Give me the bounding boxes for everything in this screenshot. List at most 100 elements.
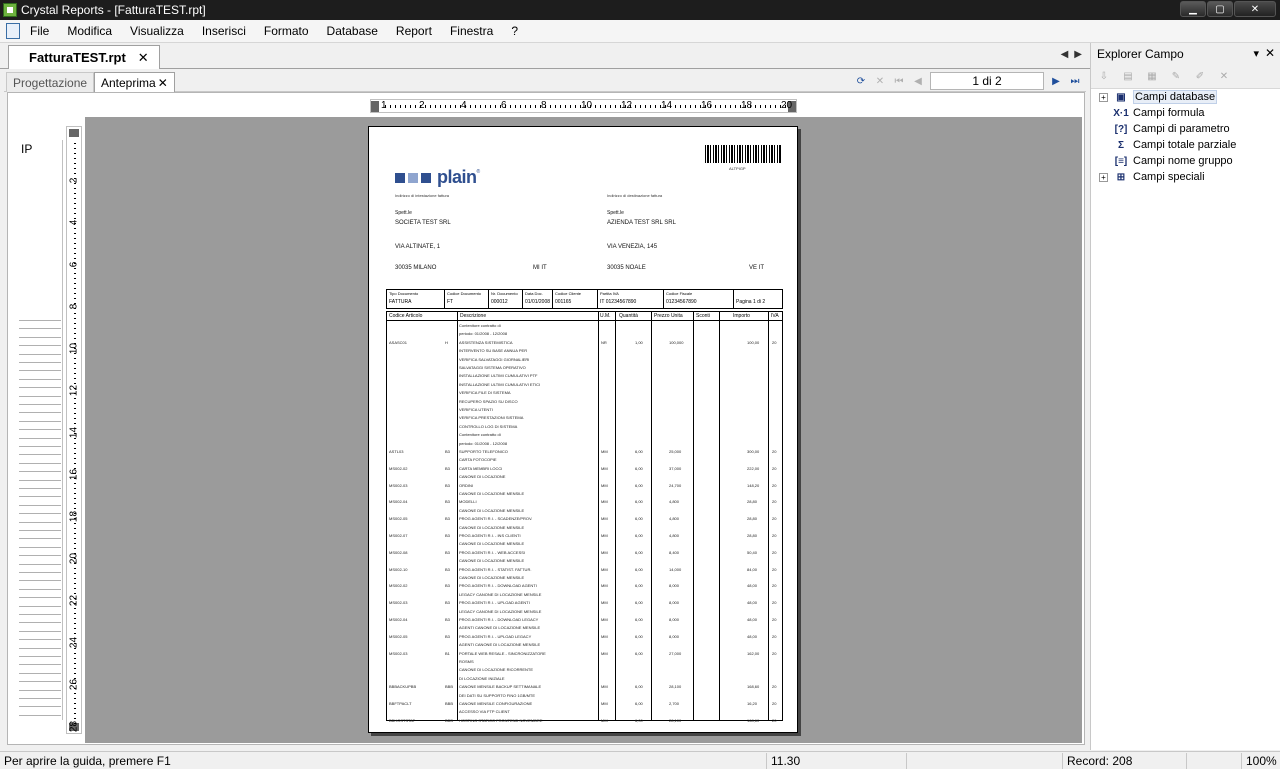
tree-item[interactable]: + ▣ Campi database (1099, 89, 1218, 105)
table-row: MS002-10 B3 PROG AGENTI R.I. - STATIST. FA… (387, 567, 782, 575)
ruler-tick (755, 105, 756, 108)
ruler-tick (490, 105, 491, 108)
ruler-tick (74, 718, 76, 719)
ruler-tick (74, 513, 76, 514)
billing-address-label: Indirizzo di intestazione fattura (395, 193, 450, 198)
menu-file[interactable]: File (30, 24, 49, 38)
special-icon: ⊞ (1116, 171, 1126, 183)
ruler-tick (550, 105, 551, 108)
ruler-tick (74, 643, 76, 644)
browse-data-icon[interactable]: ▤ (1121, 70, 1135, 84)
row-um: MM (601, 549, 608, 555)
close-tab-icon[interactable]: ✕ (138, 50, 149, 66)
column-header: Codice Articolo (389, 313, 423, 319)
last-page-icon[interactable]: ⏭ (1068, 74, 1082, 88)
ruler-tick (400, 105, 401, 108)
section-divider (19, 706, 61, 708)
section-divider (19, 639, 61, 641)
row-desc: VERIFICA PRESTAZIONI SISTEMA (459, 415, 524, 421)
tree-item[interactable]: Σ Campi totale parziale (1099, 137, 1236, 153)
row-um: NR (601, 339, 607, 345)
row-um: MM (601, 717, 608, 723)
menu-help[interactable]: ? (511, 24, 518, 38)
row-um: MM (601, 533, 608, 538)
scroll-left-icon[interactable]: ◀ (1061, 49, 1069, 60)
tree-item[interactable]: + ⊞ Campi speciali (1099, 169, 1205, 185)
header-cell-label: Codice Cliente (555, 291, 582, 296)
ruler-tick (570, 105, 571, 108)
row-amount: 48,00 (747, 617, 758, 622)
ruler-tick (74, 473, 76, 474)
delete-field-icon[interactable]: ✕ (1217, 70, 1231, 84)
header-cell-value: 000012 (491, 299, 508, 305)
ruler-tick (74, 298, 76, 299)
tab-progettazione[interactable]: Progettazione (6, 72, 95, 92)
ruler-tick (74, 348, 76, 349)
close-preview-icon[interactable]: ✕ (158, 76, 168, 90)
menu-database[interactable]: Database (327, 24, 378, 38)
new-field-icon[interactable]: ▦ (1145, 70, 1159, 84)
close-icon[interactable]: ✕ (1234, 1, 1276, 17)
section-divider (19, 328, 61, 330)
status-help: Per aprire la guida, premere F1 (4, 754, 171, 768)
section-divider (19, 630, 61, 632)
ruler-tick (435, 105, 436, 108)
formula-icon: X·1 (1113, 107, 1129, 119)
maximize-icon[interactable]: ▢ (1207, 1, 1233, 17)
row-iva: 20 (772, 449, 777, 454)
tree-item[interactable]: [≡] Campi nome gruppo (1099, 153, 1233, 169)
tab-fatturatest[interactable]: FatturaTEST.rpt ✕ (8, 45, 160, 69)
row-qty: 6,00 (635, 617, 643, 622)
minimize-icon[interactable]: ▁ (1180, 1, 1206, 17)
page-number-field[interactable]: 1 di 2 (930, 72, 1044, 90)
explorer-close-icon[interactable]: ✕ (1265, 46, 1275, 60)
document-icon[interactable] (6, 23, 20, 39)
first-page-icon[interactable]: ⏮ (892, 74, 906, 88)
pin-icon[interactable]: ▾ (1253, 47, 1259, 60)
table-row: MS002-02 B3 CARTA MEMBRI LOCCI MM 6,00 37,000… (387, 466, 782, 474)
ruler-tick (74, 523, 76, 524)
stop-icon[interactable]: ✕ (873, 74, 887, 88)
expand-icon[interactable]: + (1099, 92, 1108, 102)
table-row: LEGACY CANONE DI LOCAZIONE MENSILE (387, 609, 782, 617)
row-price: 8,400 (669, 549, 680, 555)
row-desc: CANONE DI LOCAZIONE MENSILE (459, 575, 525, 580)
menu-formato[interactable]: Formato (264, 24, 309, 38)
row-iva: 20 (772, 549, 777, 555)
ruler-tick (74, 493, 76, 494)
row-qty: 6,00 (635, 516, 643, 522)
row-desc: ACCESSO VIA FTP CLIENT (459, 709, 510, 715)
expand-icon[interactable]: + (1099, 172, 1108, 182)
edit-field-icon[interactable]: ✎ (1169, 70, 1183, 84)
ruler-tick (74, 508, 76, 509)
header-cell: Data Doc. 01/01/2008 (523, 290, 553, 308)
scroll-right-icon[interactable]: ▶ (1074, 49, 1082, 60)
menu-inserisci[interactable]: Inserisci (202, 24, 246, 38)
insert-field-icon[interactable]: ⇩ (1097, 70, 1111, 84)
menu-bar: File Modifica Visualizza Inserisci Forma… (0, 20, 1280, 43)
menu-finestra[interactable]: Finestra (450, 24, 493, 38)
refresh-icon[interactable]: ⟳ (854, 74, 868, 88)
ruler-tick (74, 608, 76, 609)
row-desc: CANONE DI LOCAZIONE MENSILE (459, 558, 525, 564)
tree-item[interactable]: X·1 Campi formula (1099, 105, 1204, 121)
row-code: MS002-07 (389, 533, 408, 538)
ruler-tick (74, 568, 76, 569)
previous-page-icon[interactable]: ◀ (911, 74, 925, 88)
table-row: VERIFICA FILE DI SISTEMA (387, 390, 782, 398)
ruler-tick (610, 105, 611, 108)
tab-anteprima[interactable]: Anteprima ✕ (94, 72, 175, 92)
window-controls: ▁ ▢ ✕ (1180, 1, 1276, 17)
menu-report[interactable]: Report (396, 24, 432, 38)
tree-item[interactable]: [?] Campi di parametro (1099, 121, 1230, 137)
rename-field-icon[interactable]: ✐ (1193, 70, 1207, 84)
ruler-tick (535, 105, 536, 108)
row-iva: 20 (772, 533, 777, 538)
row-desc: PROG AGENTI R.I. - UPLOAD AGENTI (459, 600, 530, 606)
menu-visualizza[interactable]: Visualizza (130, 24, 184, 38)
row-qty: 6,00 (635, 583, 643, 589)
explorer-title: Explorer Campo (1097, 47, 1184, 61)
ruler-tick (74, 143, 76, 144)
menu-modifica[interactable]: Modifica (67, 24, 112, 38)
next-page-icon[interactable]: ▶ (1049, 74, 1063, 88)
